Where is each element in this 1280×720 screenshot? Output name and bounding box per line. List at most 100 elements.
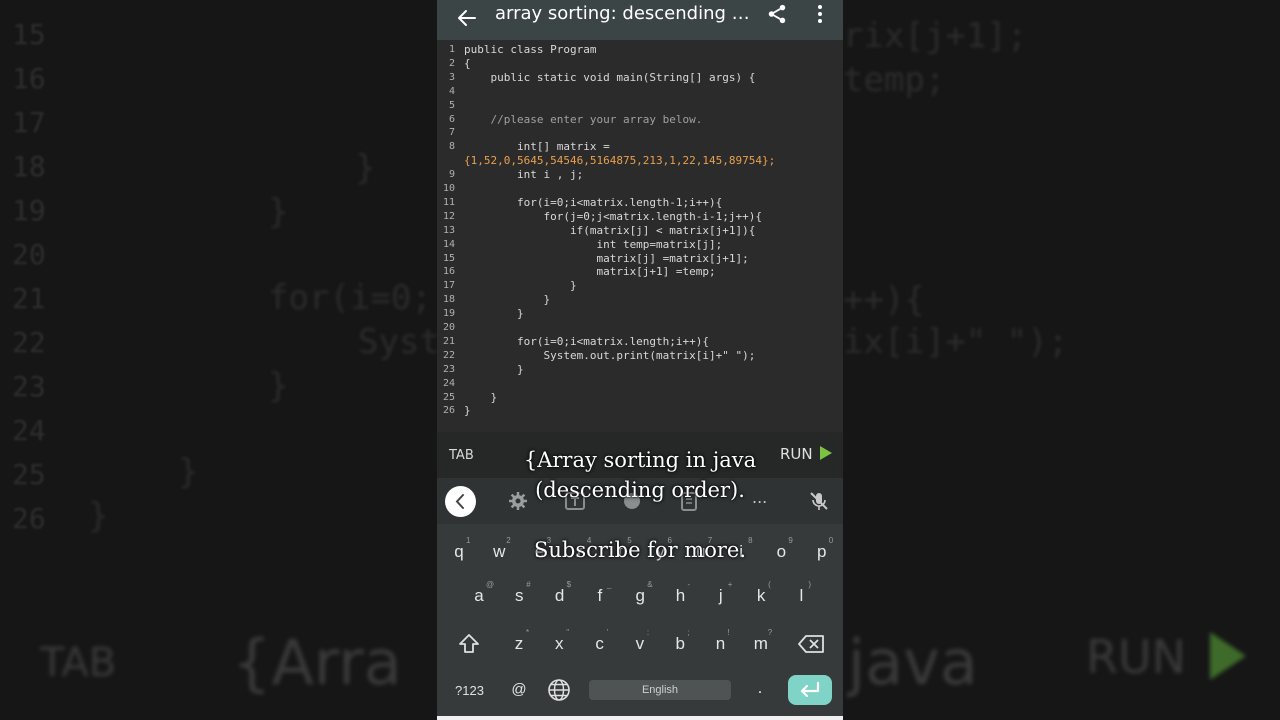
shift-icon[interactable]	[457, 632, 481, 656]
bg-code-line: temp;	[843, 60, 946, 100]
bg-code-line: }	[178, 452, 199, 492]
space-bar[interactable]: English	[589, 680, 731, 700]
key-s[interactable]: s	[504, 586, 534, 606]
bg-play-icon	[1210, 632, 1246, 680]
code-editor[interactable]: 1 public class Program 2 {3 public static v…	[437, 40, 843, 432]
key-m[interactable]: m	[746, 634, 776, 654]
bg-line-number: 17	[12, 106, 46, 139]
line-number: 4	[448, 85, 455, 97]
code-line: 19 }	[437, 307, 843, 321]
key-hint: ;	[687, 628, 690, 637]
bg-run-label: RUN	[1086, 630, 1187, 684]
caption-line-1: {Array sorting in java	[523, 448, 757, 472]
key-n[interactable]: n	[706, 634, 736, 654]
key-b[interactable]: b	[665, 634, 695, 654]
line-number: 18	[442, 294, 455, 306]
line-number: 25	[442, 391, 455, 403]
line-number: 1	[448, 44, 455, 55]
key-h[interactable]: h	[666, 586, 696, 606]
code-line: 1 public class Program	[437, 43, 843, 57]
code-line: 15 matrix[j] =matrix[j+1];	[437, 252, 843, 266]
code-text: matrix[j+1] =temp;	[464, 265, 716, 279]
key-f[interactable]: f	[585, 586, 615, 606]
code-text: int i , j;	[464, 168, 584, 182]
key-hint: :	[646, 628, 650, 637]
code-line: 22 System.out.print(matrix[i]+" ");	[437, 349, 843, 363]
code-text: }	[464, 293, 551, 307]
globe-icon[interactable]	[547, 678, 571, 702]
code-text: if(matrix[j] < matrix[j+1]){	[464, 223, 756, 237]
key-c[interactable]: c	[585, 634, 615, 654]
code-text: }	[464, 390, 498, 404]
bg-line-number: 21	[12, 282, 46, 315]
navigation-bar	[437, 716, 843, 720]
code-line: 6 //please enter your array below.	[437, 113, 843, 127]
line-number: 26	[442, 405, 455, 417]
bg-line-number: 25	[12, 458, 46, 491]
key-hint: _	[606, 580, 612, 589]
code-line: 13 if(matrix[j] < matrix[j+1]){	[437, 224, 843, 238]
key-hint: -	[687, 580, 691, 589]
enter-key[interactable]	[788, 675, 832, 705]
key-k[interactable]: k	[746, 586, 776, 606]
key-j[interactable]: j	[706, 586, 736, 606]
bg-code-line: ix[i]+" ");	[843, 322, 1069, 362]
bg-caption-fragment: java	[848, 626, 978, 699]
code-text: {1,52,0,5645,54546,5164875,213,1,22,145,…	[464, 154, 776, 168]
code-text: for(i=0;i<matrix.length-1;i++){	[464, 195, 723, 209]
code-text: }	[464, 307, 524, 321]
code-text: }	[464, 362, 524, 376]
bg-line-number: 23	[12, 370, 46, 403]
share-icon[interactable]	[766, 3, 788, 25]
key-v[interactable]: v	[625, 634, 655, 654]
key-hint: ?	[767, 628, 773, 637]
more-vertical-icon[interactable]	[811, 3, 829, 25]
code-line: 24	[437, 377, 843, 391]
line-number: 7	[448, 127, 455, 139]
bg-tab-label: TAB	[40, 640, 117, 686]
code-text: for(j=0;j<matrix.length-i-1;j++){	[464, 209, 763, 223]
bg-code-line: Syst	[358, 322, 440, 362]
code-line: 9 int i , j;	[437, 168, 843, 182]
line-number: 6	[448, 113, 455, 125]
key-hint: &	[647, 580, 653, 589]
code-text: {	[464, 56, 471, 70]
line-number: 17	[442, 280, 455, 292]
bg-caption-fragment: {Arra	[232, 626, 402, 699]
backspace-icon[interactable]	[797, 634, 825, 654]
code-line: 14 int temp=matrix[j];	[437, 238, 843, 252]
bg-code-line: for(i=0;	[268, 278, 432, 318]
phone-screen: array sorting: descending o... 1 public c…	[437, 0, 843, 720]
line-number: 23	[442, 363, 455, 375]
code-line: 16 matrix[j+1] =temp;	[437, 265, 843, 279]
code-text: for(i=0;i<matrix.length;i++){	[464, 334, 710, 348]
line-number: 3	[448, 71, 455, 83]
bg-line-number: 22	[12, 326, 46, 359]
code-line: 12 for(j=0;j<matrix.length-i-1;j++){	[437, 210, 843, 224]
code-line: 10	[437, 182, 843, 196]
key-x[interactable]: x	[544, 634, 574, 654]
app-bar: array sorting: descending o...	[437, 0, 843, 40]
code-line: 25 }	[437, 391, 843, 405]
bg-line-number: 24	[12, 414, 46, 447]
code-line: 17 }	[437, 279, 843, 293]
key-d[interactable]: d	[545, 586, 575, 606]
line-number: 9	[448, 169, 455, 181]
symbols-key[interactable]: ?123	[455, 683, 484, 698]
period-key[interactable]: .	[745, 678, 775, 698]
key-g[interactable]: g	[625, 586, 655, 606]
key-z[interactable]: z	[504, 634, 534, 654]
key-a[interactable]: a	[464, 586, 494, 606]
bg-line-number: 18	[12, 150, 46, 183]
at-key[interactable]: @	[504, 681, 534, 698]
code-text: public static void main(String[] args) {	[464, 70, 756, 84]
bg-code-line: }	[268, 192, 289, 232]
line-number: 2	[448, 57, 455, 69]
bg-code-line: }	[88, 496, 109, 536]
key-l[interactable]: l	[786, 586, 816, 606]
line-number: 13	[442, 224, 455, 236]
arrow-left-icon[interactable]	[455, 6, 479, 30]
line-number: 12	[442, 210, 455, 222]
bg-code-line: }	[268, 366, 289, 406]
code-text: System.out.print(matrix[i]+" ");	[464, 348, 756, 362]
